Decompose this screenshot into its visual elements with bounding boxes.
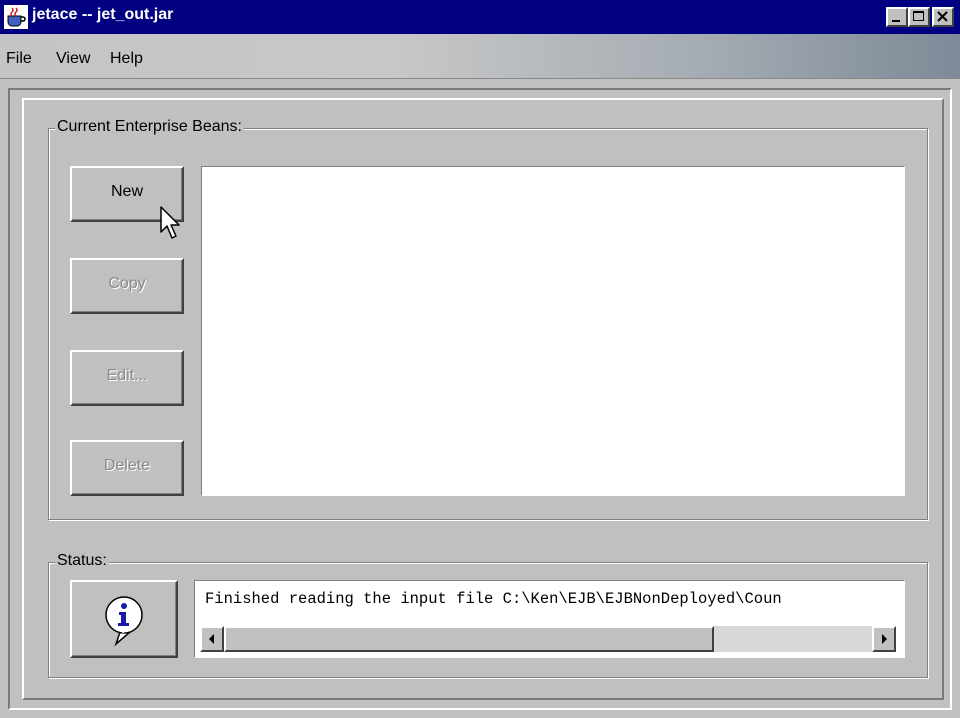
scroll-right-button[interactable] bbox=[872, 626, 896, 652]
status-group-label: Status: bbox=[55, 552, 109, 570]
minimize-button[interactable] bbox=[886, 7, 908, 27]
info-button[interactable] bbox=[70, 580, 178, 658]
arrow-right-icon bbox=[882, 634, 887, 644]
scroll-left-button[interactable] bbox=[200, 626, 224, 652]
java-coffee-icon bbox=[4, 5, 28, 29]
arrow-left-icon bbox=[209, 634, 214, 644]
menu-view[interactable]: View bbox=[56, 50, 90, 68]
minimize-icon bbox=[892, 20, 900, 22]
copy-button[interactable]: Copy bbox=[70, 258, 184, 314]
maximize-icon bbox=[913, 11, 924, 21]
status-horizontal-scrollbar[interactable] bbox=[200, 626, 896, 652]
title-bar[interactable]: jetace -- jet_out.jar bbox=[0, 0, 960, 34]
maximize-button[interactable] bbox=[908, 7, 930, 27]
edit-button[interactable]: Edit... bbox=[70, 350, 184, 406]
mouse-cursor-icon bbox=[160, 206, 180, 239]
delete-button[interactable]: Delete bbox=[70, 440, 184, 496]
window-title: jetace -- jet_out.jar bbox=[32, 6, 174, 23]
menu-bar: File View Help bbox=[0, 34, 960, 79]
beans-group-label: Current Enterprise Beans: bbox=[55, 118, 244, 136]
close-icon bbox=[937, 11, 948, 22]
scroll-thumb[interactable] bbox=[224, 626, 714, 652]
close-button[interactable] bbox=[932, 7, 954, 27]
menu-file[interactable]: File bbox=[6, 50, 32, 68]
status-message: Finished reading the input file C:\Ken\E… bbox=[205, 590, 782, 608]
menu-help[interactable]: Help bbox=[110, 50, 143, 68]
beans-list[interactable] bbox=[201, 166, 905, 496]
info-icon bbox=[105, 596, 143, 647]
